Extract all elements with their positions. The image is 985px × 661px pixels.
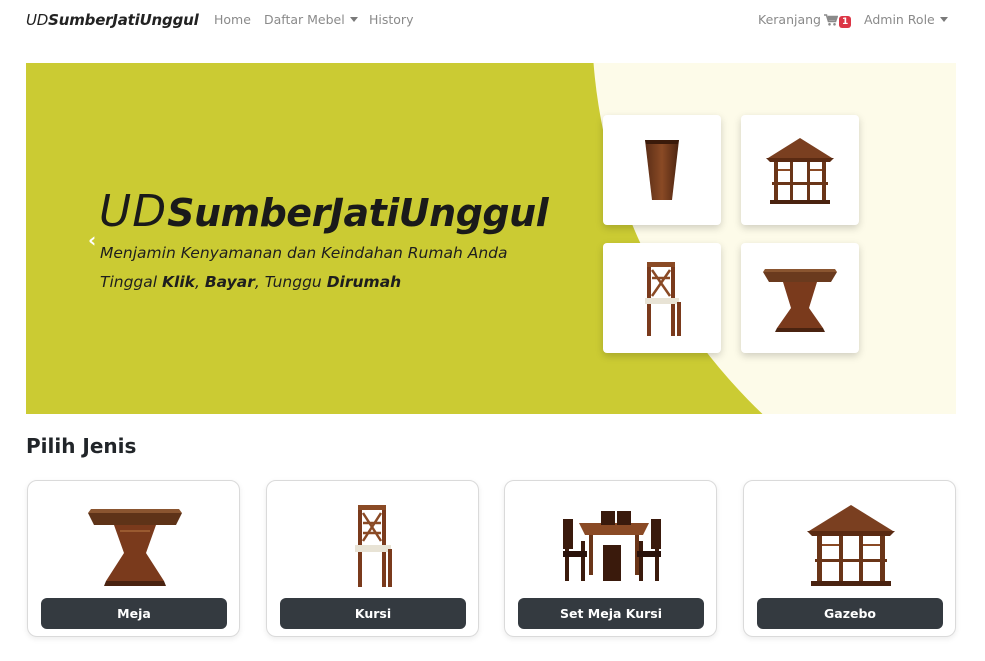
- vase-icon: [645, 140, 679, 200]
- admin-role-label: Admin Role: [864, 12, 935, 27]
- brand-logo[interactable]: UDSumberJatiUnggul: [26, 11, 199, 29]
- carousel-prev-icon[interactable]: ‹: [88, 228, 96, 252]
- hero-thumb-table: [741, 243, 859, 353]
- kursi-button[interactable]: Kursi: [280, 598, 466, 629]
- hero-carousel: ‹ UDSumberJatiUnggul Menjamin Kenyamanan…: [26, 63, 956, 414]
- gazebo-button[interactable]: Gazebo: [757, 598, 943, 629]
- hero-tagline-2: Tinggal Klik, Bayar, Tunggu Dirumah: [100, 273, 402, 291]
- nav-home[interactable]: Home: [214, 12, 251, 27]
- chair-icon: [354, 504, 392, 587]
- meja-button[interactable]: Meja: [41, 598, 227, 629]
- dining-set-icon: [562, 510, 661, 581]
- category-card-meja[interactable]: Meja: [27, 480, 240, 637]
- nav-cart[interactable]: Keranjang 1: [758, 12, 852, 29]
- hero-logo: UDSumberJatiUnggul: [99, 186, 549, 237]
- card-image: [28, 493, 241, 598]
- card-image: [267, 493, 480, 598]
- hero-thumb-chair: [603, 243, 721, 353]
- dropdown-caret-icon: [349, 17, 358, 22]
- gazebo-icon: [806, 504, 895, 586]
- cart-count-badge: 1: [838, 16, 852, 28]
- chair-icon: [645, 262, 681, 336]
- cart-icon: [823, 14, 839, 29]
- card-image: [744, 493, 957, 598]
- nav-daftar-mebel[interactable]: Daftar Mebel: [264, 12, 358, 27]
- section-title: Pilih Jenis: [26, 434, 137, 458]
- table-icon: [763, 269, 837, 332]
- nav-history[interactable]: History: [369, 12, 413, 27]
- category-card-kursi[interactable]: Kursi: [266, 480, 479, 637]
- nav-admin-role[interactable]: Admin Role: [864, 12, 948, 27]
- gazebo-icon: [766, 138, 834, 204]
- hero-thumb-vase: [603, 115, 721, 225]
- set-meja-kursi-button[interactable]: Set Meja Kursi: [518, 598, 704, 629]
- hero-thumb-gazebo: [741, 115, 859, 225]
- card-image: [505, 493, 718, 598]
- table-icon: [87, 508, 182, 586]
- navbar: UDSumberJatiUnggul Home Daftar Mebel His…: [0, 0, 985, 40]
- category-card-gazebo[interactable]: Gazebo: [743, 480, 956, 637]
- dropdown-caret-icon: [939, 17, 948, 22]
- nav-daftar-mebel-label: Daftar Mebel: [264, 12, 345, 27]
- cart-label: Keranjang: [758, 12, 821, 27]
- category-card-set-meja-kursi[interactable]: Set Meja Kursi: [504, 480, 717, 637]
- hero-tagline-1: Menjamin Kenyamanan dan Keindahan Rumah …: [100, 244, 508, 262]
